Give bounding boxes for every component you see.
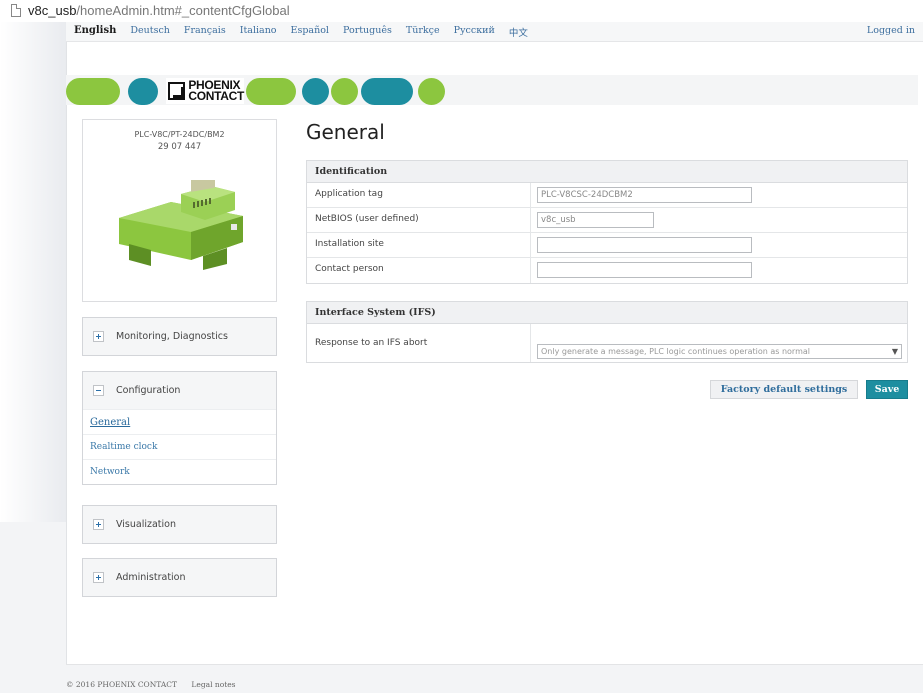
installation-site-input[interactable] [537, 237, 752, 253]
lang-turkce[interactable]: Türkçe [406, 25, 440, 39]
url-host: v8c_usb [28, 3, 77, 18]
ifs-section: Interface System (IFS) Response to an IF… [306, 301, 908, 363]
brand-blob-green-3 [331, 78, 358, 105]
column-divider [530, 324, 531, 362]
left-shade [0, 22, 66, 522]
expand-plus-icon[interactable] [93, 572, 104, 583]
netbios-label: NetBIOS (user defined) [315, 214, 419, 224]
nav-visualization-header[interactable]: Visualization [83, 506, 276, 543]
lang-francais[interactable]: Français [184, 25, 226, 39]
ifs-response-select[interactable]: Only generate a message, PLC logic conti… [537, 344, 902, 359]
nav-monitoring-header[interactable]: Monitoring, Diagnostics [83, 318, 276, 355]
column-divider [530, 258, 531, 283]
nav-administration-label: Administration [116, 572, 186, 583]
factory-default-button[interactable]: Factory default settings [710, 380, 858, 399]
footer: © 2016 PHOENIX CONTACT Legal notes [66, 680, 248, 689]
nav-monitoring[interactable]: Monitoring, Diagnostics [82, 317, 277, 356]
identification-section: Identification Application tag NetBIOS (… [306, 160, 908, 284]
address-bar[interactable]: v8c_usb/homeAdmin.htm#_contentCfgGlobal [0, 0, 923, 22]
lang-espanol[interactable]: Español [291, 25, 329, 39]
netbios-row: NetBIOS (user defined) [307, 208, 907, 233]
ifs-response-label: Response to an IFS abort [315, 338, 428, 348]
brand-blob-green-1 [66, 78, 120, 105]
lang-english[interactable]: English [74, 25, 116, 39]
logo-wordmark: PHOENIX CONTACT [188, 79, 244, 103]
brand-blob-teal-2 [302, 78, 329, 105]
dropdown-arrow-icon[interactable]: ▼ [892, 345, 898, 358]
logo-mark-icon [168, 82, 186, 100]
ifs-response-value: Only generate a message, PLC logic conti… [541, 347, 810, 356]
nav-visualization[interactable]: Visualization [82, 505, 277, 544]
collapse-minus-icon[interactable] [93, 385, 104, 396]
expand-plus-icon[interactable] [93, 519, 104, 530]
lang-deutsch[interactable]: Deutsch [130, 25, 170, 39]
brand-blob-green-2 [246, 78, 296, 105]
save-button[interactable]: Save [866, 380, 908, 399]
logo-line-2: CONTACT [188, 89, 244, 103]
contact-person-input[interactable] [537, 262, 752, 278]
nav-item-realtime-clock[interactable]: Realtime clock [83, 434, 276, 459]
column-divider [530, 233, 531, 257]
nav-administration[interactable]: Administration [82, 558, 277, 597]
product-name: PLC-V8C/PT-24DC/BM2 [134, 130, 225, 139]
nav-administration-header[interactable]: Administration [83, 559, 276, 596]
nav-item-network[interactable]: Network [83, 459, 276, 484]
ifs-response-row: Response to an IFS abort Only generate a… [307, 324, 907, 362]
nav-configuration-header[interactable]: Configuration [83, 372, 276, 409]
expand-plus-icon[interactable] [93, 331, 104, 342]
application-tag-input[interactable] [537, 187, 752, 203]
legal-notes-link[interactable]: Legal notes [191, 680, 235, 689]
url-path: /homeAdmin.htm#_contentCfgGlobal [76, 3, 290, 18]
netbios-input[interactable] [537, 212, 654, 228]
lang-russian[interactable]: Русский [454, 25, 495, 39]
installation-site-row: Installation site [307, 233, 907, 258]
nav-configuration[interactable]: Configuration General Realtime clock Net… [82, 371, 277, 485]
application-tag-row: Application tag [307, 183, 907, 208]
brand-blob-teal-1 [128, 78, 158, 105]
column-divider [530, 183, 531, 207]
plc-device-image [119, 180, 243, 270]
brand-blob-green-4 [418, 78, 445, 105]
identification-heading: Identification [307, 161, 907, 183]
nav-item-general[interactable]: General [83, 409, 276, 434]
lang-italiano[interactable]: Italiano [240, 25, 277, 39]
language-bar: English Deutsch Français Italiano Españo… [66, 22, 923, 42]
column-divider [530, 208, 531, 232]
page-title: General [306, 120, 385, 144]
login-status[interactable]: Logged in [867, 25, 915, 36]
brand-blob-teal-3 [361, 78, 413, 105]
contact-person-label: Contact person [315, 264, 384, 274]
copyright-text: © 2016 PHOENIX CONTACT [66, 680, 178, 689]
phoenix-contact-logo: PHOENIX CONTACT [166, 78, 244, 104]
address-url[interactable]: v8c_usb/homeAdmin.htm#_contentCfgGlobal [28, 3, 290, 18]
product-number: 29 07 447 [157, 142, 202, 152]
language-list: English Deutsch Français Italiano Españo… [74, 25, 542, 39]
contact-person-row: Contact person [307, 258, 907, 283]
ifs-heading: Interface System (IFS) [307, 302, 907, 324]
configuration-submenu: General Realtime clock Network [83, 409, 276, 484]
footer-divider [66, 664, 923, 665]
lang-portugues[interactable]: Português [343, 25, 392, 39]
application-tag-label: Application tag [315, 189, 383, 199]
product-card: PLC-V8C/PT-24DC/BM2 29 07 447 [82, 119, 277, 302]
lang-chinese[interactable]: 中文 [509, 25, 528, 39]
nav-visualization-label: Visualization [116, 519, 177, 530]
page-icon [11, 4, 21, 17]
nav-monitoring-label: Monitoring, Diagnostics [116, 331, 228, 342]
installation-site-label: Installation site [315, 239, 384, 249]
nav-configuration-label: Configuration [116, 385, 181, 396]
